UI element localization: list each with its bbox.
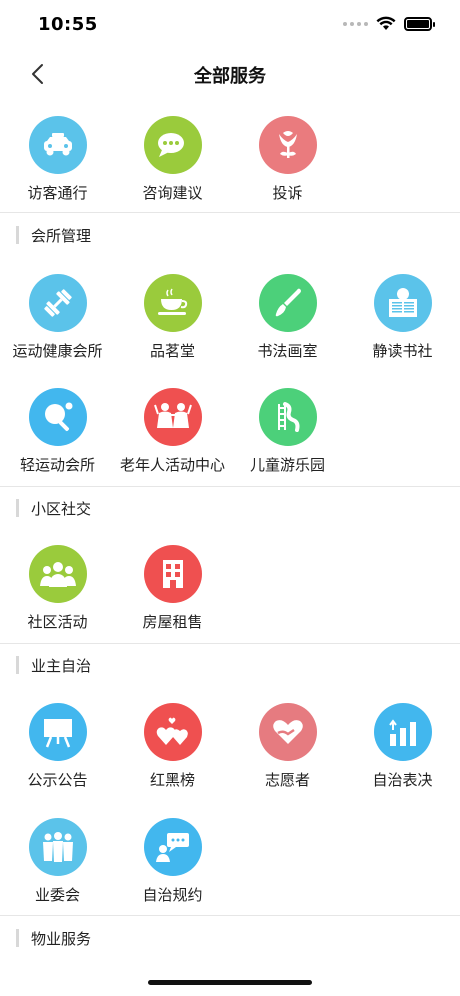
section-title: 小区社交 [31, 500, 92, 518]
flower-icon [259, 116, 317, 174]
divider [0, 915, 460, 916]
service-owners-committee[interactable]: 业委会 [0, 818, 115, 928]
heart-hand-icon [259, 703, 317, 761]
clubhouse-row-1: 运动健康会所 品茗堂 书法画室 静读书社 [0, 274, 460, 384]
elderly-dancers-icon [144, 388, 202, 446]
building-icon [144, 545, 202, 603]
service-community-events[interactable]: 社区活动 [0, 545, 115, 655]
service-self-rules[interactable]: 自治规约 [115, 818, 230, 928]
car-icon [29, 116, 87, 174]
service-reading-club[interactable]: 静读书社 [345, 274, 460, 384]
service-tea-house[interactable]: 品茗堂 [115, 274, 230, 384]
section-header-social: 小区社交 [0, 495, 460, 521]
wifi-icon [376, 16, 396, 30]
section-header-property-service: 物业服务 [0, 925, 460, 951]
signal-icon [343, 21, 368, 26]
service-label: 儿童游乐园 [249, 456, 325, 474]
divider [0, 486, 460, 487]
status-icons [343, 16, 435, 31]
home-indicator[interactable] [148, 980, 312, 985]
service-label: 投诉 [272, 184, 303, 202]
service-label: 房屋租售 [142, 613, 203, 631]
service-complaint[interactable]: 投诉 [230, 116, 345, 226]
committee-icon [29, 818, 87, 876]
vote-bars-icon [374, 703, 432, 761]
hearts-icon [144, 703, 202, 761]
status-time: 10:55 [38, 14, 98, 35]
teacup-icon [144, 274, 202, 332]
section-header-clubhouse: 会所管理 [0, 222, 460, 248]
service-fitness-club[interactable]: 运动健康会所 [0, 274, 115, 384]
governance-row-2: 业委会 自治规约 [0, 818, 460, 928]
service-kids-playground[interactable]: 儿童游乐园 [230, 388, 345, 498]
section-title: 业主自治 [31, 657, 92, 675]
people-group-icon [29, 545, 87, 603]
service-consult-suggest[interactable]: 咨询建议 [115, 116, 230, 226]
service-visitor-pass[interactable]: 访客通行 [0, 116, 115, 226]
speech-person-icon [144, 818, 202, 876]
service-senior-center[interactable]: 老年人活动中心 [115, 388, 230, 498]
service-calligraphy-studio[interactable]: 书法画室 [230, 274, 345, 384]
governance-row-1: 公示公告 红黑榜 志愿者 自治表决 [0, 703, 460, 813]
service-red-black-list[interactable]: 红黑榜 [115, 703, 230, 813]
clubhouse-row-2: 轻运动会所 老年人活动中心 儿童游乐园 [0, 388, 460, 498]
service-volunteers[interactable]: 志愿者 [230, 703, 345, 813]
divider [0, 643, 460, 644]
service-self-vote[interactable]: 自治表决 [345, 703, 460, 813]
service-light-sports-club[interactable]: 轻运动会所 [0, 388, 115, 498]
social-row: 社区活动 房屋租售 [0, 545, 460, 655]
notice-board-icon [29, 703, 87, 761]
service-public-notice[interactable]: 公示公告 [0, 703, 115, 813]
status-bar: 10:55 [0, 0, 460, 50]
service-label: 自治表决 [372, 771, 433, 789]
ping-pong-icon [29, 388, 87, 446]
newspaper-reader-icon [374, 274, 432, 332]
top-services-row: 访客通行 咨询建议 投诉 [0, 116, 460, 226]
divider [0, 212, 460, 213]
section-title: 物业服务 [31, 930, 92, 948]
brush-icon [259, 274, 317, 332]
dumbbell-icon [29, 274, 87, 332]
battery-icon [404, 16, 435, 31]
section-title: 会所管理 [31, 227, 92, 245]
section-header-self-governance: 业主自治 [0, 652, 460, 678]
slide-icon [259, 388, 317, 446]
nav-bar: 全部服务 [0, 50, 460, 98]
page-title: 全部服务 [194, 66, 266, 87]
service-house-rental[interactable]: 房屋租售 [115, 545, 230, 655]
service-label: 静读书社 [372, 342, 433, 360]
service-label: 自治规约 [142, 886, 203, 904]
chat-icon [144, 116, 202, 174]
